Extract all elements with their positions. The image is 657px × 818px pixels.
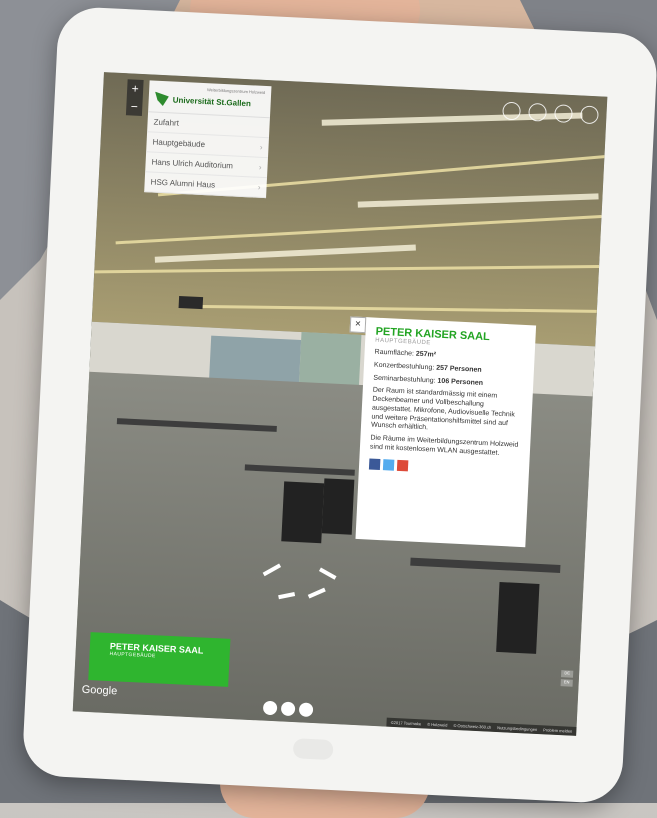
info-panel: PETER KAISER SAAL HAUPTGEBÄUDE Raumfläch… bbox=[355, 317, 537, 548]
close-button[interactable]: × bbox=[349, 316, 367, 334]
footer-copyright-holzweid: © Holzweid bbox=[427, 721, 448, 728]
play-icon[interactable] bbox=[262, 700, 278, 716]
location-menu: Weiterbildungszentrum Holzweid Universit… bbox=[144, 80, 272, 199]
fullscreen-icon[interactable] bbox=[528, 102, 547, 122]
playback-controls bbox=[262, 700, 314, 718]
location-label-card: PETER KAISER SAAL HAUPTGEBÄUDE bbox=[88, 632, 231, 687]
info-icon[interactable] bbox=[280, 701, 296, 717]
tablet-screen: + − Weiterbildungszentrum Holzweid Unive… bbox=[72, 72, 608, 736]
vr-icon[interactable] bbox=[502, 101, 521, 121]
wlan-note: Die Räume im Weiterbildungszentrum Holzw… bbox=[369, 434, 519, 457]
share-icon[interactable] bbox=[580, 105, 599, 125]
twitter-icon[interactable] bbox=[382, 458, 395, 471]
chevron-right-icon: › bbox=[259, 142, 263, 152]
menu-item-label: Hauptgebäude bbox=[152, 137, 206, 150]
chevron-right-icon: › bbox=[258, 162, 262, 172]
tablet-home-button bbox=[292, 738, 334, 761]
seminar-value: 106 Personen bbox=[437, 377, 484, 387]
zoom-out-button[interactable]: − bbox=[126, 97, 143, 116]
concert-label: Konzertbestuhlung: bbox=[373, 361, 437, 372]
tablet: + − Weiterbildungszentrum Holzweid Unive… bbox=[21, 5, 657, 805]
footer-terms-link[interactable]: Nutzungsbedingungen bbox=[497, 725, 537, 732]
social-buttons bbox=[368, 458, 519, 476]
menu-item-label: Zufahrt bbox=[153, 117, 180, 128]
seminar-label: Seminarbestuhlung: bbox=[373, 374, 438, 385]
footer-copyright-tourmake: ©2017 Tourmake bbox=[390, 719, 422, 727]
zoom-controls: + − bbox=[125, 79, 144, 116]
area-label: Raumfläche: bbox=[374, 348, 416, 358]
google-plus-icon[interactable] bbox=[396, 459, 409, 471]
navigation-reticle-icon[interactable] bbox=[258, 560, 340, 604]
info-description: Der Raum ist standardmässig mit einem De… bbox=[370, 386, 515, 432]
google-logo: Google bbox=[81, 683, 118, 698]
brand-name: Universität St.Gallen bbox=[172, 94, 252, 108]
language-de[interactable]: DE bbox=[560, 670, 574, 678]
language-strip: DE EN bbox=[560, 670, 574, 687]
footer-report-link[interactable]: Problem melden bbox=[543, 727, 572, 733]
facebook-icon[interactable] bbox=[368, 458, 381, 470]
concert-value: 257 Personen bbox=[436, 364, 482, 374]
area-value: 257m² bbox=[415, 350, 437, 359]
menu-item-label: Hans Ulrich Auditorium bbox=[151, 157, 234, 171]
zoom-in-button[interactable]: + bbox=[127, 79, 144, 98]
language-en[interactable]: EN bbox=[560, 679, 573, 687]
camera-icon[interactable] bbox=[298, 702, 314, 718]
menu-item-label: HSG Alumni Haus bbox=[150, 177, 216, 190]
footer-copyright-ostschweiz: © Ostschweiz-360.ch bbox=[453, 722, 492, 730]
location-pin-icon[interactable] bbox=[554, 104, 573, 123]
university-logo-icon bbox=[154, 92, 169, 107]
chevron-right-icon: › bbox=[257, 182, 261, 192]
